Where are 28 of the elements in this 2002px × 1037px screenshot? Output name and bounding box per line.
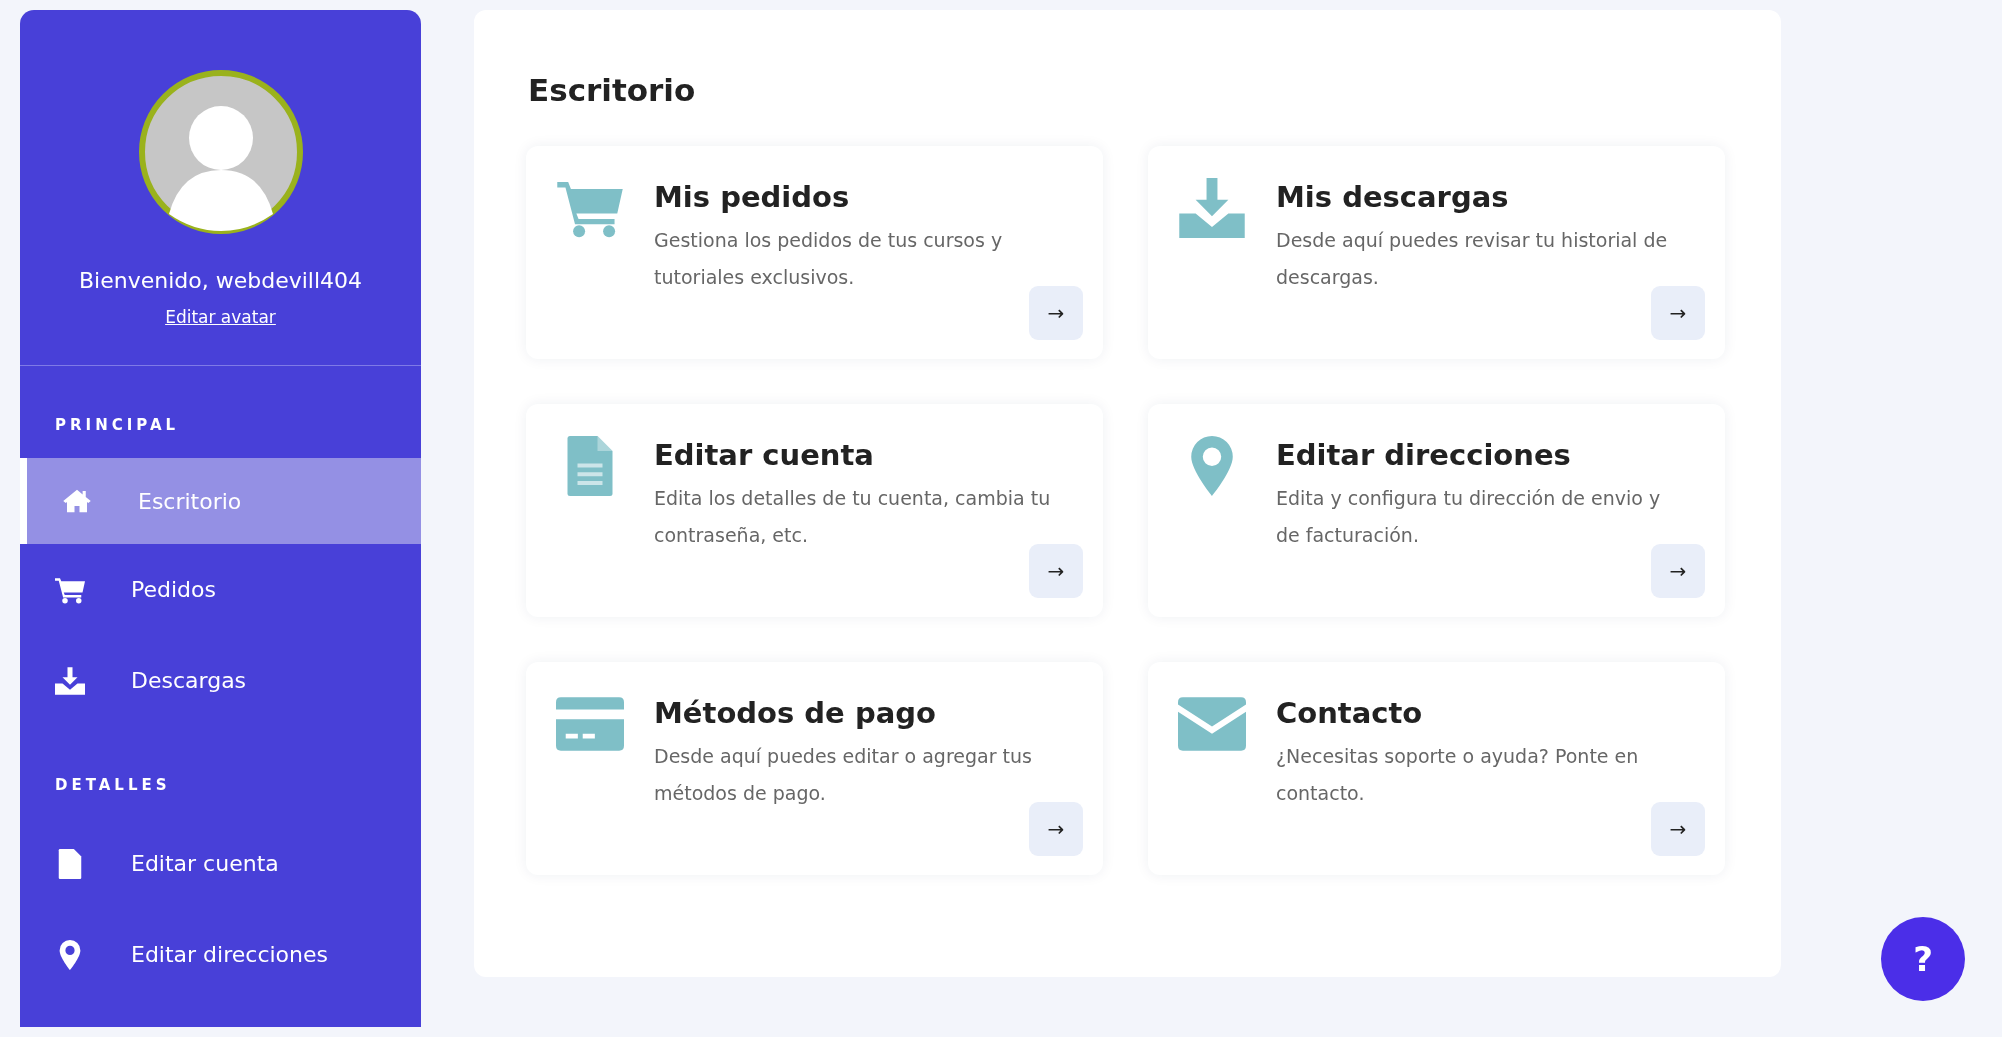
section-heading: DETALLES (54, 775, 172, 796)
arrow-button[interactable]: → (1029, 286, 1083, 340)
card-description: Gestiona los pedidos de tus cursos y tutoriales exclusivos. (654, 228, 1004, 290)
arrow-button[interactable]: → (1651, 802, 1705, 856)
card-title: Editar direcciones (1276, 438, 1572, 472)
sidebar-item[interactable]: Editar direcciones (20, 909, 421, 1000)
card-title: Mis descargas (1276, 180, 1510, 214)
card-title: Contacto (1276, 696, 1424, 730)
sidebar-item[interactable]: Descargas (20, 635, 421, 726)
help-button[interactable]: ? (1881, 917, 1965, 1001)
edit-avatar-link[interactable]: Editar avatar (165, 307, 276, 327)
sidebar-item[interactable]: Pedidos (20, 544, 421, 635)
sidebar-item[interactable]: Editar cuenta (20, 818, 421, 909)
card-title: Mis pedidos (654, 180, 851, 214)
card-title: Métodos de pago (654, 696, 937, 730)
welcome-text: Bienvenido, webdevill404 (78, 268, 362, 293)
envelope-icon (1178, 694, 1246, 754)
download-icon (55, 665, 85, 696)
page-title: Escritorio (528, 72, 697, 108)
arrow-button[interactable]: → (1651, 544, 1705, 598)
arrow-button[interactable]: → (1651, 286, 1705, 340)
download-icon (1178, 178, 1246, 238)
card-title: Editar cuenta (654, 438, 875, 472)
card-description: ¿Necesitas soporte o ayuda? Ponte en contacto. (1276, 744, 1640, 806)
arrow-button[interactable]: → (1029, 802, 1083, 856)
credit-card-icon (556, 694, 624, 754)
arrow-button[interactable]: → (1029, 544, 1083, 598)
section-heading: PRINCIPAL (54, 415, 181, 436)
